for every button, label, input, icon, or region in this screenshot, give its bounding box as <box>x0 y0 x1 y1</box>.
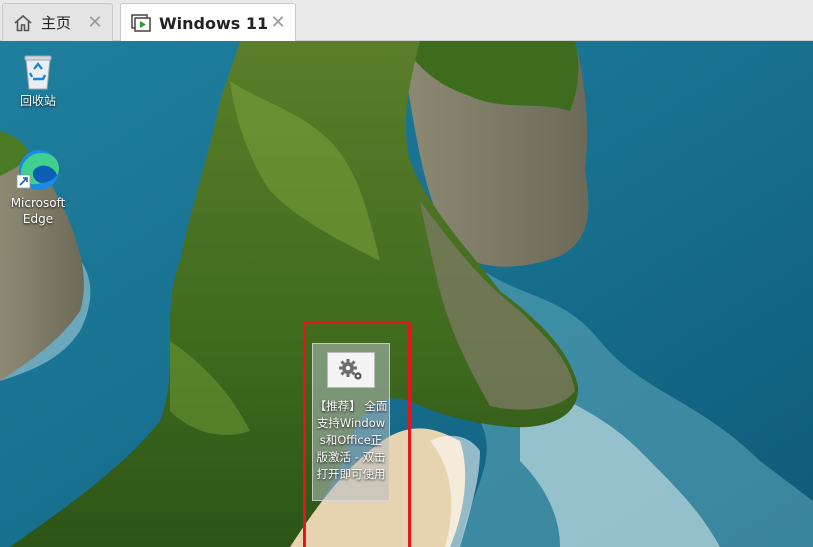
desktop-icon-recycle-bin-label: 回收站 <box>19 94 56 108</box>
close-icon[interactable]: ✕ <box>86 12 104 33</box>
tab-home-label: 主页 <box>41 14 72 32</box>
close-icon[interactable]: ✕ <box>269 12 287 33</box>
desktop[interactable]: 回收站 Microsoft Edge 【推荐】 全面支持Windows和Offi… <box>0 41 813 547</box>
vm-play-icon <box>129 11 153 35</box>
desktop-icon-edge-label: Microsoft Edge <box>10 196 66 226</box>
vm-window: 主页 ✕ Windows 11 ✕ 回收站 Microsoft Edge 【推荐… <box>0 0 813 547</box>
desktop-icon-edge[interactable]: Microsoft Edge <box>6 145 70 227</box>
tab-windows-11-label: Windows 11 <box>159 13 269 33</box>
tab-windows-11[interactable]: Windows 11 ✕ <box>120 3 296 42</box>
recycle-bin-icon <box>16 49 60 93</box>
highlight-annotation-box <box>303 321 411 547</box>
tab-bar: 主页 ✕ Windows 11 ✕ <box>0 0 813 42</box>
edge-icon <box>13 145 63 195</box>
tab-home[interactable]: 主页 ✕ <box>2 3 113 41</box>
home-icon <box>11 11 35 35</box>
desktop-icon-recycle-bin[interactable]: 回收站 <box>6 49 70 109</box>
